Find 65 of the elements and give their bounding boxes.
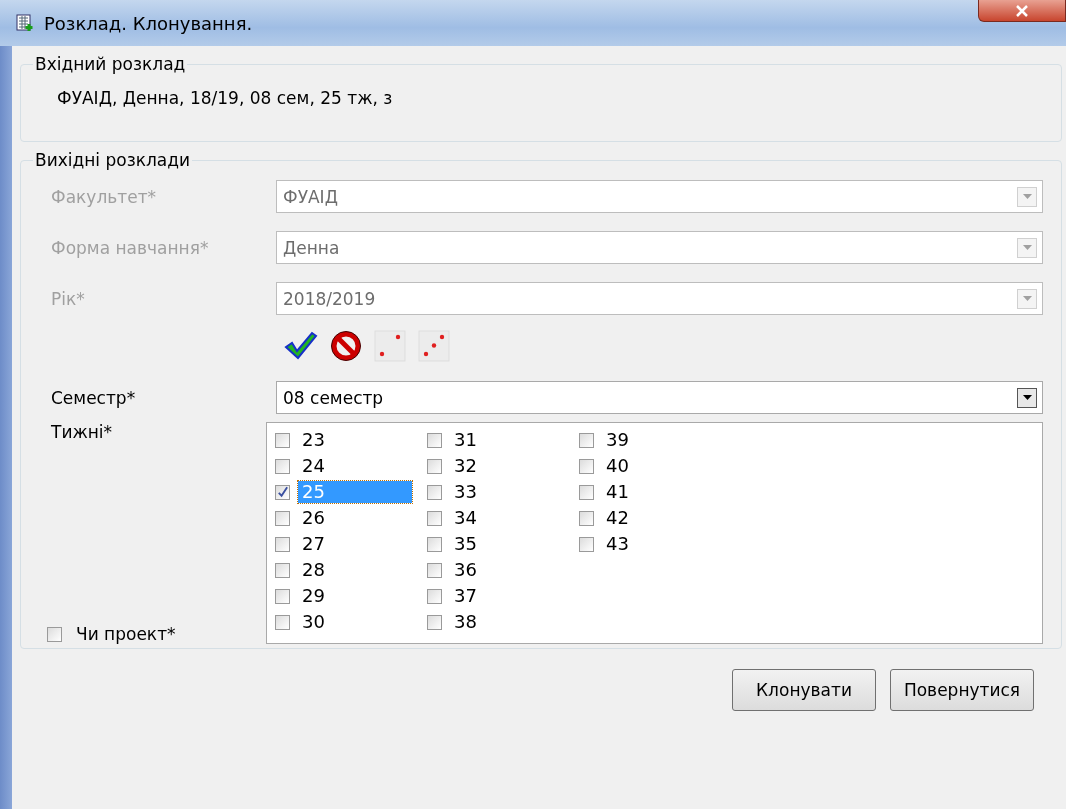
checkbox[interactable] [275,510,290,526]
dice-three-icon[interactable] [418,330,450,362]
field-label: Факультет* [50,186,158,207]
dice-two-icon[interactable] [374,330,406,362]
dropdown-arrow-icon [1022,395,1032,400]
field-label: Семестр* [50,387,137,408]
checkbox[interactable] [275,432,290,448]
week-item[interactable]: 31 [450,429,481,451]
week-item[interactable]: 43 [602,533,633,555]
checkbox[interactable] [275,484,290,500]
checkbox[interactable] [427,562,442,578]
checkbox[interactable] [427,458,442,474]
check-icon[interactable] [284,331,318,361]
checkbox[interactable] [275,588,290,604]
checkbox[interactable] [275,614,290,630]
schedule-summary: ФУАІД, Денна, 18/19, 08 сем, 25 тж, з [56,87,394,108]
checkbox[interactable] [427,484,442,500]
checkbox[interactable] [427,432,442,448]
week-item[interactable]: 42 [602,507,633,529]
field-label: Форма навчання* [50,237,210,258]
week-item[interactable]: 23 [298,429,329,451]
week-item[interactable]: 32 [450,455,481,477]
week-item[interactable]: 40 [602,455,633,477]
checkbox[interactable] [579,536,594,552]
checkbox[interactable] [579,458,594,474]
dialog-button[interactable]: Повернутися [890,669,1034,711]
close-icon [1015,4,1029,17]
window-title: Розклад. Клонування. [44,12,253,34]
checkbox[interactable] [579,484,594,500]
checkbox[interactable] [275,536,290,552]
checkbox[interactable] [427,536,442,552]
week-item[interactable]: 24 [298,455,329,477]
spreadsheet-icon [16,14,34,32]
close-button[interactable] [978,0,1066,22]
checkbox[interactable] [275,458,290,474]
week-item[interactable]: 34 [450,507,481,529]
checkbox[interactable] [275,562,290,578]
checkbox[interactable] [427,588,442,604]
week-item[interactable]: 28 [298,559,329,581]
dialog-button[interactable]: Клонувати [732,669,876,711]
week-item[interactable]: 38 [450,611,481,633]
group-legend: Вихідні розклади [33,150,193,170]
week-item[interactable]: 37 [450,585,481,607]
week-item[interactable]: 30 [298,611,329,633]
week-item[interactable]: 27 [298,533,329,555]
week-item[interactable]: 26 [298,507,329,529]
dropdown-arrow-icon [1022,296,1032,301]
dropdown-field[interactable]: 08 семестр [276,381,1043,414]
week-item[interactable]: 39 [602,429,633,451]
week-item[interactable]: 33 [450,481,481,503]
checkbox[interactable] [579,432,594,448]
week-item[interactable]: 35 [450,533,481,555]
dropdown-arrow-icon [1022,194,1032,199]
checkbox[interactable] [579,510,594,526]
no-entry-icon[interactable] [330,330,362,362]
field-label: Тижні* [51,422,114,442]
week-item[interactable]: 29 [298,585,329,607]
checkbox[interactable] [427,510,442,526]
week-item[interactable]: 36 [450,559,481,581]
week-item[interactable]: 41 [602,481,633,503]
field-label: Рік* [50,288,86,309]
dropdown-arrow-icon [1022,245,1032,250]
checkbox[interactable] [427,614,442,630]
project-checkbox[interactable]: Чи проект* [47,624,176,644]
group-legend: Вхідний розклад [33,54,188,74]
